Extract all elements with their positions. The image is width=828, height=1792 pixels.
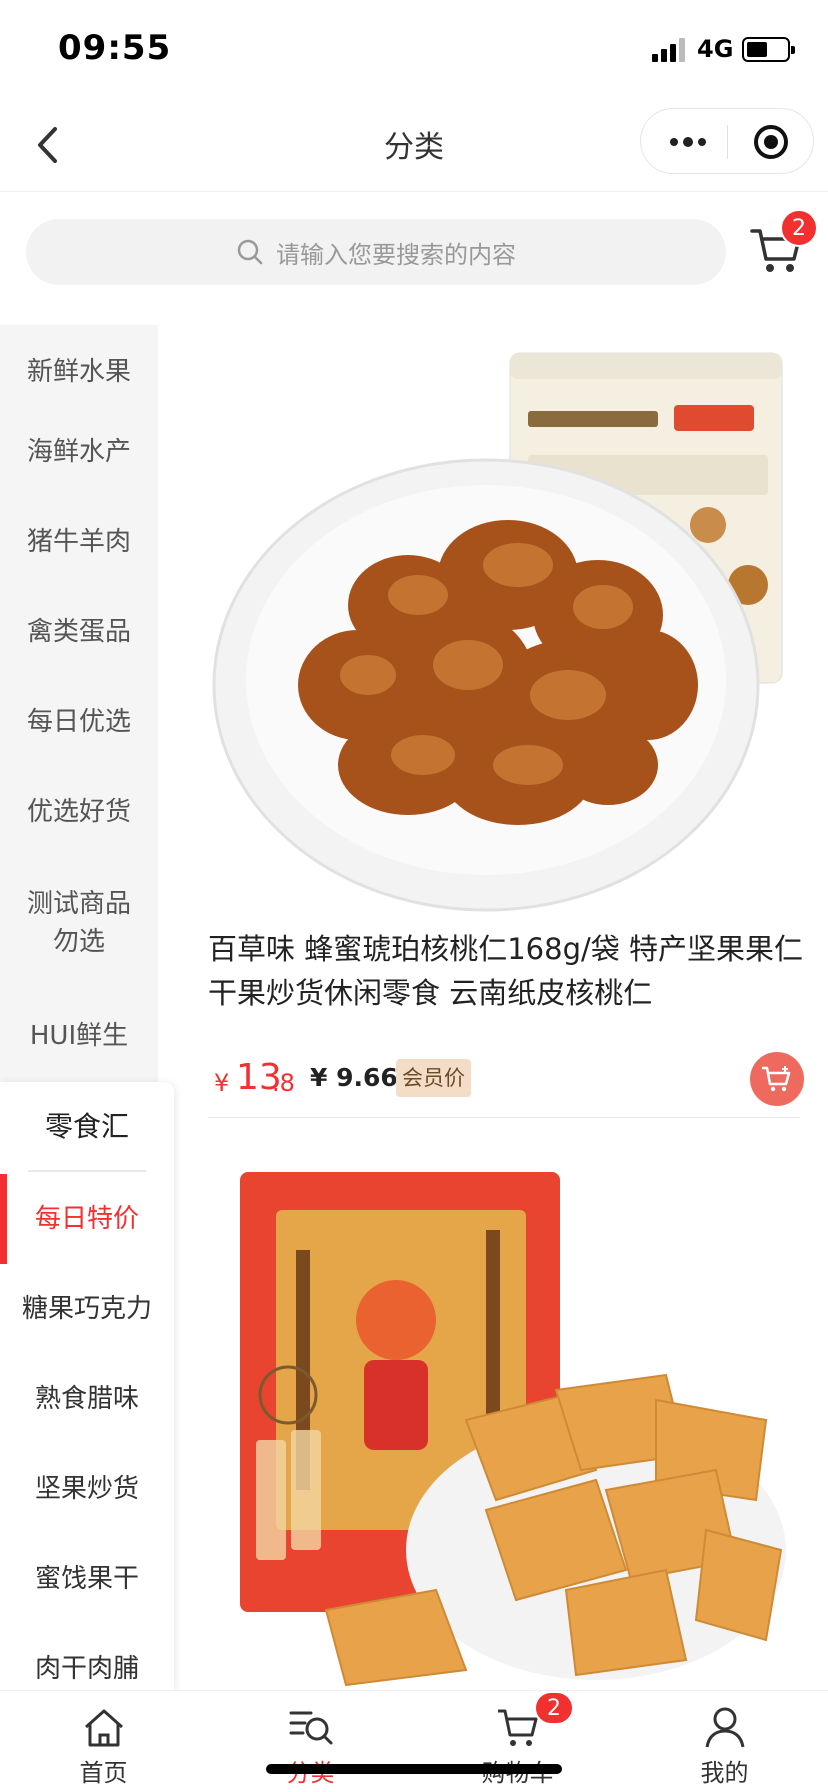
sidebar-item-good-goods[interactable]: 优选好货 bbox=[0, 793, 158, 831]
subcategory-candy-chocolate[interactable]: 糖果巧克力 bbox=[0, 1290, 174, 1328]
subcategory-cured-food[interactable]: 熟食腊味 bbox=[0, 1380, 174, 1418]
status-bar: 09:55 4G bbox=[0, 0, 828, 100]
tab-home-label: 首页 bbox=[79, 1759, 128, 1787]
status-time: 09:55 bbox=[58, 28, 172, 68]
add-to-cart-button[interactable] bbox=[750, 1052, 804, 1106]
sidebar-item-hui[interactable]: HUI鲜生 bbox=[0, 1017, 158, 1055]
tab-profile[interactable]: 我的 bbox=[621, 1691, 828, 1792]
sidebar-item-daily-select[interactable]: 每日优选 bbox=[0, 703, 158, 741]
search-row: 请输入您要搜索的内容 2 bbox=[0, 193, 828, 323]
member-price-tag: 会员价 bbox=[396, 1059, 471, 1097]
price-currency: ¥ bbox=[214, 1069, 230, 1097]
user-icon bbox=[705, 1707, 745, 1748]
network-label: 4G bbox=[697, 35, 734, 63]
sidebar-item-fresh-fruit[interactable]: 新鲜水果 bbox=[0, 353, 158, 391]
more-button[interactable] bbox=[663, 129, 713, 155]
signal-icon bbox=[652, 38, 688, 62]
capsule-divider bbox=[727, 125, 728, 159]
tab-cart[interactable]: 2 购物车 bbox=[414, 1691, 621, 1792]
close-miniprogram-button[interactable] bbox=[753, 124, 789, 160]
search-input[interactable]: 请输入您要搜索的内容 bbox=[26, 219, 726, 285]
tab-category[interactable]: 分类 bbox=[207, 1691, 414, 1792]
search-icon bbox=[237, 239, 263, 265]
navigation-bar: 分类 bbox=[0, 100, 828, 192]
cart-count-badge: 2 bbox=[780, 209, 818, 247]
bottom-tab-bar: 首页 分类 2 购物车 我的 bbox=[0, 1690, 828, 1792]
price-row: ¥ 13 .8 ¥ 9.66 会员价 bbox=[210, 1052, 804, 1107]
add-cart-icon bbox=[762, 1066, 791, 1092]
member-price: ¥ 9.66 bbox=[310, 1063, 398, 1092]
sidebar-item-seafood[interactable]: 海鲜水产 bbox=[0, 433, 158, 471]
price-decimal: .8 bbox=[272, 1069, 295, 1097]
walnut-product-image[interactable] bbox=[208, 345, 800, 917]
subcategory-dried-fruit[interactable]: 蜜饯果干 bbox=[0, 1560, 174, 1598]
target-icon bbox=[754, 125, 788, 159]
home-indicator[interactable] bbox=[266, 1764, 562, 1774]
tab-home[interactable]: 首页 bbox=[0, 1691, 207, 1792]
search-placeholder: 请输入您要搜索的内容 bbox=[276, 240, 516, 269]
subcategory-daily-deals[interactable]: 每日特价 bbox=[0, 1200, 174, 1238]
miniprogram-capsule bbox=[640, 108, 814, 174]
subcategory-jerky[interactable]: 肉干肉脯 bbox=[0, 1650, 174, 1688]
more-dots-icon bbox=[670, 137, 706, 147]
tab-profile-label: 我的 bbox=[700, 1759, 749, 1787]
sidebar-item-test[interactable]: 测试商品勿选 bbox=[0, 885, 158, 961]
category-icon bbox=[289, 1711, 333, 1745]
product-title[interactable]: 百草味 蜂蜜琥珀核桃仁168g/袋 特产坚果果仁 干果炒货休闲零食 云南纸皮核桃… bbox=[208, 927, 808, 1015]
tofu-snack-product-image[interactable] bbox=[236, 1170, 796, 1690]
sidebar-item-poultry-eggs[interactable]: 禽类蛋品 bbox=[0, 613, 158, 651]
subcategory-panel: 零食汇 每日特价 糖果巧克力 熟食腊味 坚果炒货 蜜饯果干 肉干肉脯 bbox=[0, 1082, 174, 1692]
divider bbox=[28, 1170, 146, 1172]
subcategory-nuts[interactable]: 坚果炒货 bbox=[0, 1470, 174, 1508]
cart-tab-badge: 2 bbox=[534, 1691, 574, 1725]
subcategory-group-title[interactable]: 零食汇 bbox=[0, 1108, 174, 1146]
home-icon bbox=[85, 1709, 123, 1747]
battery-icon bbox=[742, 37, 795, 62]
sidebar-item-meat[interactable]: 猪牛羊肉 bbox=[0, 523, 158, 561]
product-divider bbox=[208, 1117, 800, 1118]
